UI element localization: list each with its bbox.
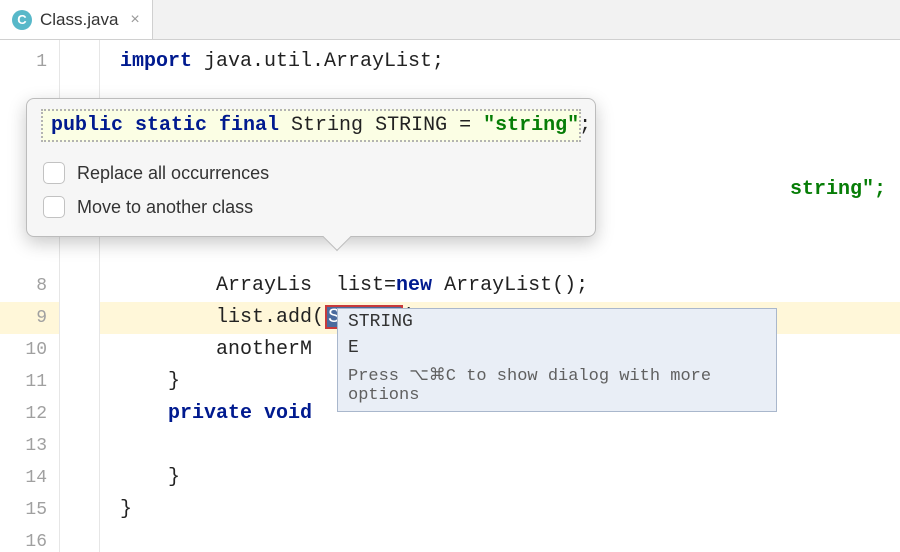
checkbox[interactable] <box>43 162 65 184</box>
gutter-line: 9 <box>0 302 59 334</box>
suggestion-item[interactable]: STRING <box>338 309 776 335</box>
code-line <box>100 238 900 270</box>
gutter-line: 8 <box>0 270 59 302</box>
introduce-constant-popup: public static final String STRING = "str… <box>26 98 596 237</box>
gutter-line: 1 <box>0 46 59 78</box>
gutter-line <box>0 238 59 270</box>
gutter-line: 12 <box>0 398 59 430</box>
gutter-line: 16 <box>0 526 59 552</box>
close-icon[interactable]: × <box>130 11 139 29</box>
code-line: } <box>100 462 900 494</box>
gutter-line: 15 <box>0 494 59 526</box>
code-line <box>100 526 900 552</box>
gutter-line: 13 <box>0 430 59 462</box>
popup-declaration[interactable]: public static final String STRING = "str… <box>41 109 581 142</box>
popup-options: Replace all occurrences Move to another … <box>41 156 581 224</box>
editor-tab[interactable]: C Class.java × <box>0 0 153 39</box>
checkbox[interactable] <box>43 196 65 218</box>
suggestion-hint: Press ⌥⌘C to show dialog with more optio… <box>338 361 776 411</box>
move-to-class-option[interactable]: Move to another class <box>41 190 581 224</box>
option-label: Replace all occurrences <box>77 163 269 184</box>
code-line <box>100 430 900 462</box>
name-suggestions-popup: STRING E Press ⌥⌘C to show dialog with m… <box>337 308 777 412</box>
option-label: Move to another class <box>77 197 253 218</box>
class-icon: C <box>12 10 32 30</box>
code-line: } <box>100 494 900 526</box>
replace-all-option[interactable]: Replace all occurrences <box>41 156 581 190</box>
code-line: import java.util.ArrayList; <box>100 46 900 78</box>
gutter-line: 11 <box>0 366 59 398</box>
suggestion-item[interactable]: E <box>338 335 776 361</box>
gutter-line: 10 <box>0 334 59 366</box>
code-line: ArrayLis list=new ArrayList(); <box>100 270 900 302</box>
gutter-line: 14 <box>0 462 59 494</box>
tab-filename: Class.java <box>40 10 118 30</box>
tab-bar: C Class.java × <box>0 0 900 40</box>
